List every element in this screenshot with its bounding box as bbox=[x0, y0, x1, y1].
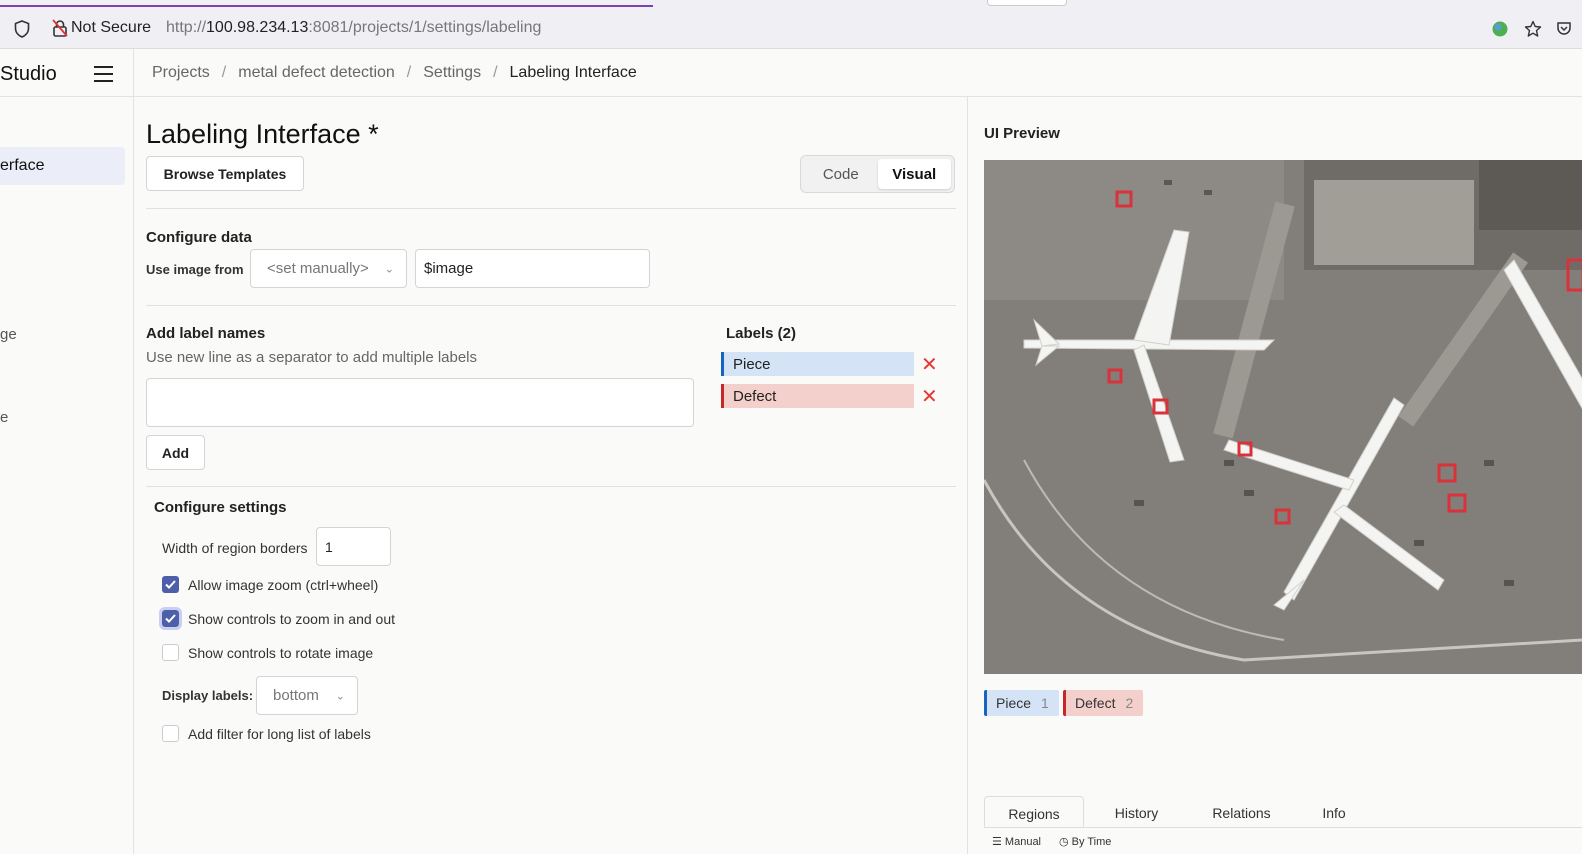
pocket-icon[interactable] bbox=[1556, 20, 1572, 36]
preview-sidebar-tabs: Regions History Relations Info bbox=[984, 796, 1582, 828]
filter-checkbox[interactable] bbox=[162, 725, 179, 742]
chevron-down-icon: ⌄ bbox=[335, 690, 345, 702]
ui-preview-panel: UI Preview Piece 1 Defect 2 Regions Hist… bbox=[967, 97, 1582, 854]
extension-globe-icon[interactable] bbox=[1492, 21, 1508, 37]
add-labels-hint: Use new line as a separator to add multi… bbox=[146, 349, 478, 366]
divider bbox=[146, 305, 956, 306]
chevron-down-icon: ⌄ bbox=[384, 263, 394, 275]
configure-data-title: Configure data bbox=[146, 229, 252, 246]
not-secure-label[interactable]: Not Secure bbox=[71, 19, 151, 37]
page-load-progress bbox=[0, 5, 653, 7]
zoom-controls-label: Show controls to zoom in and out bbox=[188, 610, 396, 627]
breadcrumb-separator: / bbox=[406, 64, 412, 81]
breadcrumb-current: Labeling Interface bbox=[509, 64, 637, 81]
preview-image[interactable] bbox=[984, 160, 1582, 674]
border-width-label: Width of region borders bbox=[162, 540, 308, 556]
editor-mode-switch: Code Visual bbox=[800, 155, 955, 193]
divider bbox=[146, 486, 956, 487]
label-names-textarea[interactable] bbox=[146, 378, 694, 427]
filter-option[interactable]: Add filter for long list of labels bbox=[162, 725, 371, 742]
labeling-config-panel: Labeling Interface * Browse Templates Co… bbox=[134, 97, 966, 854]
shield-icon[interactable] bbox=[14, 20, 30, 38]
browser-tab-strip bbox=[0, 0, 1582, 8]
airport-aerial-image bbox=[984, 160, 1582, 674]
tab-relations[interactable]: Relations bbox=[1189, 796, 1294, 827]
image-variable-input[interactable]: $image bbox=[415, 249, 650, 288]
remove-piece-icon[interactable]: ✕ bbox=[921, 352, 938, 377]
label-chip-piece[interactable]: Piece bbox=[721, 352, 914, 376]
breadcrumb-projects[interactable]: Projects bbox=[152, 64, 210, 82]
labels-title: Labels (2) bbox=[726, 325, 797, 342]
divider bbox=[146, 208, 956, 209]
app-header: Studio Projects / metal defect detection… bbox=[0, 49, 1582, 97]
add-label-names-title: Add label names bbox=[146, 325, 266, 342]
preview-label-defect-name: Defect bbox=[1075, 695, 1116, 711]
preview-label-piece[interactable]: Piece 1 bbox=[984, 690, 1059, 716]
preview-label-defect[interactable]: Defect 2 bbox=[1063, 690, 1144, 716]
zoom-controls-option[interactable]: Show controls to zoom in and out bbox=[159, 607, 396, 630]
preview-label-defect-count: 2 bbox=[1125, 695, 1134, 711]
sort-by-time-label: By Time bbox=[1071, 836, 1112, 848]
settings-sidebar: erface ge e bbox=[0, 97, 134, 854]
browse-templates-button[interactable]: Browse Templates bbox=[146, 156, 304, 191]
image-source-value: <set manually> bbox=[267, 260, 369, 277]
ui-preview-title: UI Preview bbox=[984, 125, 1060, 142]
header-divider bbox=[133, 49, 134, 97]
tab-info[interactable]: Info bbox=[1294, 796, 1374, 827]
configure-settings-title: Configure settings bbox=[154, 499, 287, 516]
tab-code[interactable]: Code bbox=[804, 159, 878, 189]
browser-url-bar: Not Secure http://100.98.234.13:8081/pro… bbox=[0, 8, 1582, 49]
preview-label-piece-name: Piece bbox=[996, 695, 1032, 711]
sidebar-item-storage[interactable]: ge bbox=[0, 326, 17, 343]
label-chip-defect[interactable]: Defect bbox=[721, 384, 914, 408]
zoom-checkbox[interactable] bbox=[162, 576, 179, 593]
menu-icon[interactable] bbox=[94, 66, 113, 87]
sidebar-item-labeling-interface[interactable]: erface bbox=[0, 147, 125, 185]
display-labels-value: bottom bbox=[273, 687, 319, 704]
sort-manual-label: Manual bbox=[1004, 836, 1041, 848]
page-title: Labeling Interface * bbox=[146, 119, 379, 149]
border-width-input[interactable]: 1 bbox=[316, 527, 391, 566]
display-labels-label: Display labels: bbox=[162, 688, 254, 703]
tab-visual[interactable]: Visual bbox=[877, 159, 951, 189]
sort-manual[interactable]: ☰ Manual bbox=[992, 835, 1041, 848]
app-brand[interactable]: Studio bbox=[0, 63, 57, 86]
image-source-select[interactable]: <set manually> ⌄ bbox=[250, 249, 407, 288]
url-host: 100.98.234.13 bbox=[206, 19, 309, 36]
breadcrumb-project[interactable]: metal defect detection bbox=[238, 64, 395, 82]
url-scheme: http:// bbox=[166, 19, 207, 36]
breadcrumb-separator: / bbox=[493, 64, 498, 81]
breadcrumb: Projects / metal defect detection / Sett… bbox=[152, 64, 637, 82]
rotate-controls-option[interactable]: Show controls to rotate image bbox=[162, 644, 373, 661]
preview-label-piece-count: 1 bbox=[1041, 695, 1049, 711]
zoom-label: Allow image zoom (ctrl+wheel) bbox=[188, 576, 379, 593]
rotate-controls-checkbox[interactable] bbox=[162, 644, 179, 661]
sort-by-time[interactable]: ◷ By Time bbox=[1059, 835, 1111, 848]
zoom-option[interactable]: Allow image zoom (ctrl+wheel) bbox=[162, 576, 378, 593]
display-labels-select[interactable]: bottom ⌄ bbox=[256, 676, 358, 715]
url-text[interactable]: http://100.98.234.13:8081/projects/1/set… bbox=[166, 19, 541, 37]
breadcrumb-settings[interactable]: Settings bbox=[423, 64, 481, 82]
zoom-controls-checkbox[interactable] bbox=[159, 607, 182, 630]
tab-history[interactable]: History bbox=[1084, 796, 1189, 827]
rotate-controls-label: Show controls to rotate image bbox=[188, 644, 374, 661]
sidebar-item-danger-zone[interactable]: e bbox=[0, 409, 8, 426]
regions-toolbar: ☰ Manual ◷ By Time bbox=[992, 835, 1111, 848]
url-path: :8081/projects/1/settings/labeling bbox=[308, 19, 542, 36]
tab-regions[interactable]: Regions bbox=[984, 796, 1084, 827]
use-image-from-label: Use image from bbox=[146, 262, 244, 277]
bookmark-star-icon[interactable] bbox=[1524, 20, 1542, 38]
add-labels-button[interactable]: Add bbox=[146, 435, 205, 470]
insecure-lock-icon[interactable] bbox=[52, 19, 68, 37]
breadcrumb-separator: / bbox=[221, 64, 227, 81]
browser-tab[interactable] bbox=[987, 0, 1067, 6]
filter-label: Add filter for long list of labels bbox=[188, 725, 371, 742]
remove-defect-icon[interactable]: ✕ bbox=[921, 384, 938, 409]
